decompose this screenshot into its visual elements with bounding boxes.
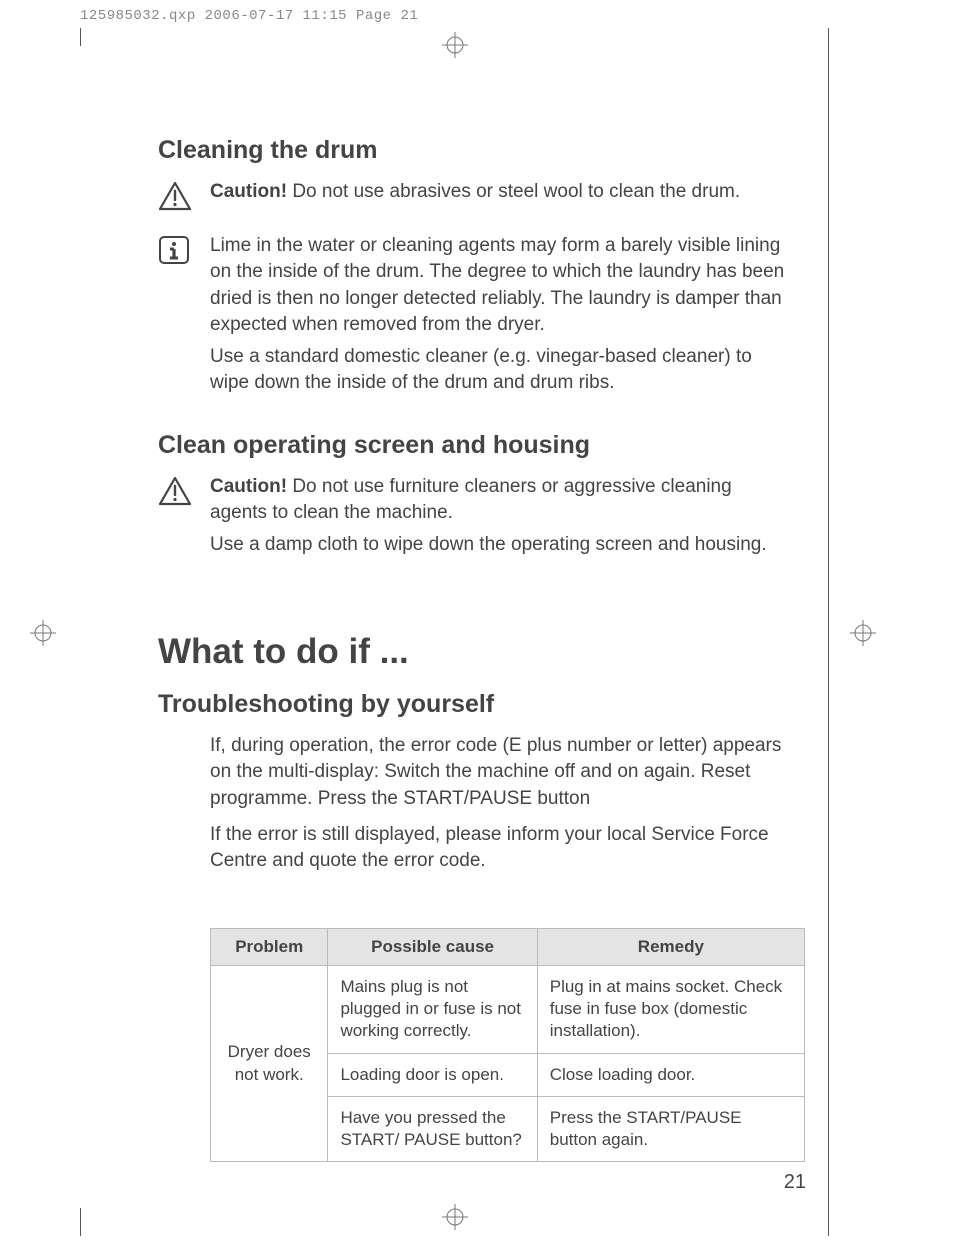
warning-icon [158, 476, 210, 506]
register-mark-left-icon [30, 620, 56, 646]
table-cell-cause: Have you pressed the START/ PAUSE button… [328, 1096, 537, 1161]
page-number: 21 [784, 1171, 806, 1194]
troubleshoot-table: Problem Possible cause Remedy Dryer does… [210, 928, 805, 1162]
table-header-cause: Possible cause [328, 929, 537, 966]
troubleshoot-p2: If the error is still displayed, please … [210, 822, 788, 874]
table-cell-cause: Loading door is open. [328, 1053, 537, 1096]
table-cell-remedy: Plug in at mains socket. Check fuse in f… [537, 966, 804, 1053]
page-frame: Cleaning the drum Caution! Do not use ab… [80, 46, 829, 1208]
caution-drum: Caution! Do not use abrasives or steel w… [210, 179, 788, 205]
table-cell-problem: Dryer does not work. [211, 966, 328, 1162]
heading-troubleshooting: Troubleshooting by yourself [158, 690, 788, 719]
document-meta: 125985032.qxp 2006-07-17 11:15 Page 21 [80, 8, 418, 24]
register-mark-right-icon [850, 620, 876, 646]
info-drum-1: Lime in the water or cleaning agents may… [210, 233, 788, 338]
housing-line2: Use a damp cloth to wipe down the operat… [210, 532, 788, 558]
warning-icon [158, 181, 210, 211]
register-mark-bottom-icon [442, 1204, 468, 1230]
caution-housing: Caution! Do not use furniture cleaners o… [210, 474, 788, 526]
table-header-problem: Problem [211, 929, 328, 966]
info-drum-2: Use a standard domestic cleaner (e.g. vi… [210, 344, 788, 396]
table-header-remedy: Remedy [537, 929, 804, 966]
table-cell-remedy: Press the START/PAUSE button again. [537, 1096, 804, 1161]
heading-what-to-do: What to do if ... [158, 632, 788, 672]
crop-mark-top [80, 28, 829, 46]
heading-clean-housing: Clean operating screen and housing [158, 431, 788, 460]
table-cell-remedy: Close loading door. [537, 1053, 804, 1096]
crop-mark-bottom [80, 1208, 829, 1236]
info-icon [158, 235, 210, 265]
heading-cleaning-drum: Cleaning the drum [158, 136, 788, 165]
table-cell-cause: Mains plug is not plugged in or fuse is … [328, 966, 537, 1053]
troubleshoot-p1: If, during operation, the error code (E … [210, 733, 788, 812]
